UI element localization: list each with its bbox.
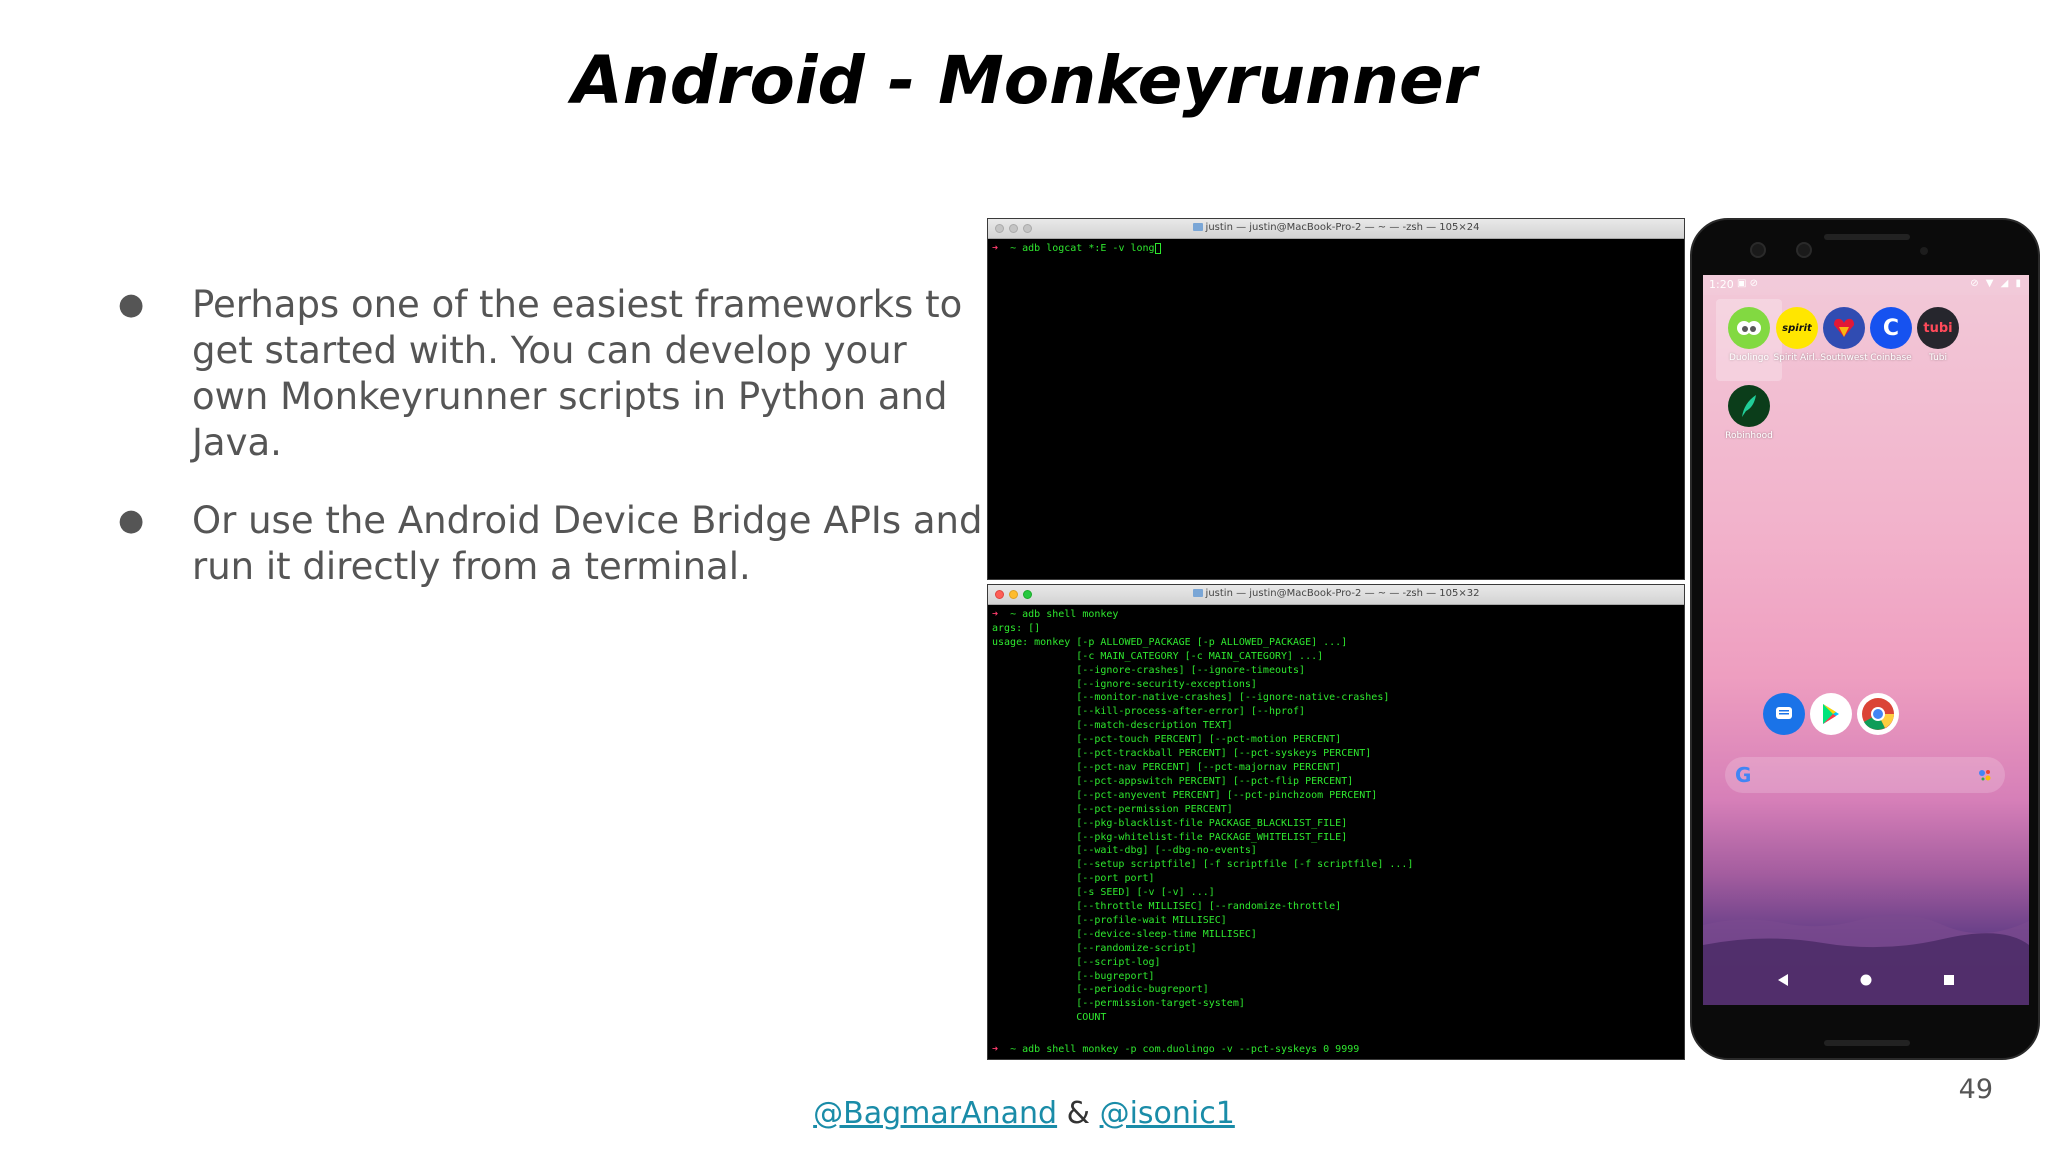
tubi-icon: tubi bbox=[1917, 307, 1959, 349]
play-store-icon[interactable] bbox=[1810, 693, 1852, 735]
terminal-line: [-c MAIN_CATEGORY [-c MAIN_CATEGORY] ...… bbox=[992, 650, 1324, 662]
terminal-line: [--pct-anyevent PERCENT] [--pct-pinchzoo… bbox=[992, 789, 1378, 801]
back-icon[interactable] bbox=[1777, 973, 1789, 987]
terminal-titlebar[interactable]: justin — justin@MacBook-Pro-2 — ~ — -zsh… bbox=[988, 585, 1684, 605]
terminal-line: [--ignore-crashes] [--ignore-timeouts] bbox=[992, 664, 1306, 676]
terminal-title: justin — justin@MacBook-Pro-2 — ~ — -zsh… bbox=[988, 588, 1684, 599]
terminal-line: [--monitor-native-crashes] [--ignore-nat… bbox=[992, 692, 1390, 704]
terminal-line: [--profile-wait MILLISEC] bbox=[992, 914, 1227, 926]
assistant-icon[interactable] bbox=[1977, 767, 1993, 783]
terminal-line: [--pct-trackball PERCENT] [--pct-syskeys… bbox=[992, 748, 1372, 760]
terminal-line: ➜ ~ adb logcat *:E -v long bbox=[992, 243, 1155, 254]
prompt-arrow-icon: ➜ bbox=[992, 1044, 999, 1055]
google-icon: G bbox=[1735, 763, 1752, 787]
twitter-link-isonic1[interactable]: @isonic1 bbox=[1100, 1096, 1235, 1131]
app-label: Robinhood bbox=[1725, 431, 1773, 441]
terminal-line: COUNT bbox=[992, 1012, 1107, 1024]
duolingo-icon bbox=[1728, 307, 1770, 349]
spirit-icon: spirit bbox=[1776, 307, 1818, 349]
coinbase-icon: C bbox=[1870, 307, 1912, 349]
terminal-window-logcat[interactable]: justin — justin@MacBook-Pro-2 — ~ — -zsh… bbox=[987, 218, 1685, 580]
terminal-output[interactable]: ➜ ~ adb logcat *:E -v long bbox=[988, 239, 1684, 259]
terminal-line: [--pct-touch PERCENT] [--pct-motion PERC… bbox=[992, 734, 1342, 746]
google-search-bar[interactable]: G bbox=[1725, 757, 2005, 793]
camera-icon bbox=[1796, 242, 1812, 258]
bullet-text: Or use the Android Device Bridge APIs an… bbox=[192, 499, 983, 588]
terminal-title: justin — justin@MacBook-Pro-2 — ~ — -zsh… bbox=[988, 222, 1684, 233]
terminal-line: [--script-log] bbox=[992, 956, 1161, 968]
phone-screen[interactable]: 1:20 ▣ ⊘ ⊘ ▼ ◢ ▮ Duolingo spirit Spirit … bbox=[1703, 275, 2029, 1005]
chrome-icon[interactable] bbox=[1857, 693, 1899, 735]
bullet-list: ● Perhaps one of the easiest frameworks t… bbox=[112, 282, 992, 622]
android-phone: 1:20 ▣ ⊘ ⊘ ▼ ◢ ▮ Duolingo spirit Spirit … bbox=[1690, 218, 2040, 1060]
bullet-item: ● Or use the Android Device Bridge APIs a… bbox=[112, 498, 992, 590]
southwest-icon bbox=[1823, 307, 1865, 349]
prompt-arrow-icon: ➜ bbox=[992, 243, 999, 254]
bullet-text: Perhaps one of the easiest frameworks to… bbox=[192, 283, 963, 464]
terminal-line: [--pct-nav PERCENT] [--pct-majornav PERC… bbox=[992, 761, 1342, 773]
recents-icon[interactable] bbox=[1943, 974, 1955, 986]
text-cursor-icon bbox=[1154, 242, 1161, 254]
terminal-titlebar[interactable]: justin — justin@MacBook-Pro-2 — ~ — -zsh… bbox=[988, 219, 1684, 239]
terminal-line: [--randomize-script] bbox=[992, 942, 1197, 954]
slide-title: Android - Monkeyrunner bbox=[571, 42, 1477, 119]
screenshot-composite: justin — justin@MacBook-Pro-2 — ~ — -zsh… bbox=[987, 218, 2040, 1060]
terminal-line: [--kill-process-after-error] [--hprof] bbox=[992, 706, 1306, 718]
app-label: Tubi bbox=[1928, 353, 1948, 363]
robinhood-icon bbox=[1728, 385, 1770, 427]
terminal-line: [--match-description TEXT] bbox=[992, 720, 1233, 732]
footer-credits: @BagmarAnand & @isonic1 bbox=[0, 1096, 2048, 1131]
folder-icon bbox=[1192, 589, 1203, 597]
terminal-line: ➜ ~ adb shell monkey bbox=[992, 609, 1119, 620]
camera-icon bbox=[1750, 242, 1766, 258]
terminal-line: [--pct-permission PERCENT] bbox=[992, 803, 1233, 815]
terminal-line: [--periodic-bugreport] bbox=[992, 984, 1209, 996]
prompt-arrow-icon: ➜ bbox=[992, 609, 999, 620]
phone-speaker bbox=[1824, 234, 1910, 240]
status-time: 1:20 bbox=[1709, 278, 1734, 291]
terminal-line: [--permission-target-system] bbox=[992, 998, 1245, 1010]
terminal-line: [--port port] bbox=[992, 873, 1155, 885]
terminal-line: [--throttle MILLISEC] [--randomize-throt… bbox=[992, 901, 1342, 913]
sensor-icon bbox=[1920, 247, 1928, 255]
folder-icon bbox=[1192, 223, 1203, 231]
terminal-last-command: ➜ ~ adb shell monkey -p com.duolingo -v … bbox=[992, 1044, 1360, 1055]
messages-icon[interactable] bbox=[1763, 693, 1805, 735]
app-tubi[interactable]: tubi Tubi bbox=[1908, 307, 1968, 363]
system-status-icons: ⊘ ▼ ◢ ▮ bbox=[1970, 278, 2023, 289]
twitter-link-bagmaranand[interactable]: @BagmarAnand bbox=[813, 1096, 1057, 1131]
bullet-item: ● Perhaps one of the easiest frameworks t… bbox=[112, 282, 992, 466]
phone-speaker bbox=[1824, 1040, 1910, 1046]
terminal-output[interactable]: ➜ ~ adb shell monkey args: [] usage: monke… bbox=[988, 605, 1684, 1028]
terminal-line: [--pct-appswitch PERCENT] [--pct-flip PE… bbox=[992, 775, 1354, 787]
terminal-line: [--setup scriptfile] [-f scriptfile [-f … bbox=[992, 859, 1414, 871]
terminal-line: [-s SEED] [-v [-v] ...] bbox=[992, 887, 1215, 899]
bullet-dot-icon: ● bbox=[118, 503, 145, 538]
terminal-window-monkey[interactable]: justin — justin@MacBook-Pro-2 — ~ — -zsh… bbox=[987, 584, 1685, 1060]
home-icon[interactable] bbox=[1860, 974, 1872, 986]
android-nav-bar bbox=[1703, 955, 2029, 1005]
terminal-line: [--wait-dbg] [--dbg-no-events] bbox=[992, 845, 1257, 857]
terminal-line: [--bugreport] bbox=[992, 970, 1155, 982]
notification-icons: ▣ ⊘ bbox=[1737, 278, 1759, 289]
terminal-line: [--ignore-security-exceptions] bbox=[992, 678, 1257, 690]
terminal-line: [--pkg-blacklist-file PACKAGE_BLACKLIST_… bbox=[992, 817, 1348, 829]
terminal-line: [--device-sleep-time MILLISEC] bbox=[992, 928, 1257, 940]
terminal-line: [--pkg-whitelist-file PACKAGE_WHITELIST_… bbox=[992, 831, 1348, 843]
status-bar: 1:20 ▣ ⊘ ⊘ ▼ ◢ ▮ bbox=[1703, 275, 2029, 295]
terminal-line: args: [] bbox=[992, 622, 1041, 634]
bullet-dot-icon: ● bbox=[118, 287, 145, 322]
footer-separator: & bbox=[1066, 1096, 1091, 1131]
app-robinhood[interactable]: Robinhood bbox=[1719, 385, 1779, 441]
terminal-line: usage: monkey [-p ALLOWED_PACKAGE [-p AL… bbox=[992, 636, 1348, 648]
